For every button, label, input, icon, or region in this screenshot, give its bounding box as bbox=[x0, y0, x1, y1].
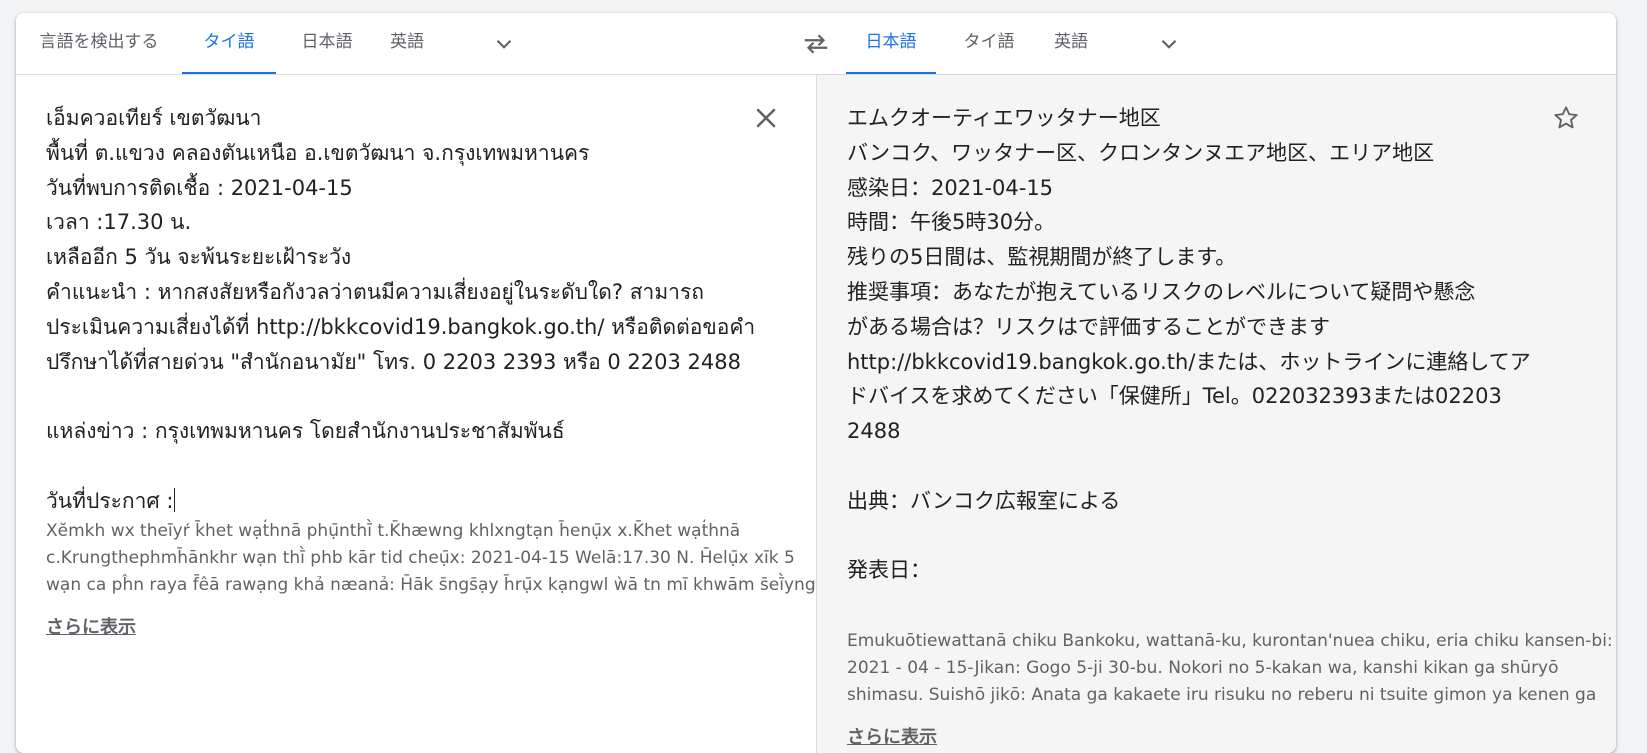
target-transliteration: Emukuōtiewattanā chiku Bankoku, wattanā-… bbox=[847, 628, 1613, 709]
source-line: พื้นที่ ต.แขวง คลองตันเหนือ อ.เขตวัฒนา จ… bbox=[46, 140, 590, 165]
tab-detect-language[interactable]: 言語を検出する bbox=[36, 13, 162, 74]
translit-line: Xĕmkh wx theīyr̒ k̄het wạt̒hnā phụ̄nthī̀… bbox=[46, 521, 741, 541]
text-caret bbox=[174, 487, 176, 512]
source-line: วันที่ประกาศ : bbox=[46, 488, 174, 513]
source-show-more-link[interactable]: さらに表示 bbox=[46, 613, 136, 639]
translit-line: Emukuōtiewattanā chiku Bankoku, wattanā-… bbox=[847, 631, 1613, 651]
star-icon[interactable] bbox=[1551, 103, 1581, 133]
target-show-more-link[interactable]: さらに表示 bbox=[847, 723, 937, 749]
source-line bbox=[46, 449, 755, 484]
translit-line: wạn ca pĥn raya f̄êā rawạng khả næanả: H… bbox=[46, 575, 816, 595]
source-line: ปรึกษาได้ที่สายด่วน "สำนักอนามัย" โทร. 0… bbox=[46, 349, 741, 374]
target-line: がある場合は？リスクはで評価することができます bbox=[847, 314, 1330, 339]
translit-line: shimasu. Suishō jikō: Anata ga kakaete i… bbox=[847, 685, 1597, 705]
tab-target-japanese[interactable]: 日本語 bbox=[846, 13, 936, 74]
source-pane: เอ็มควอเทียร์ เขตวัฒนา พื้นที่ ต.แขวง คล… bbox=[16, 75, 816, 753]
chevron-down-icon[interactable] bbox=[1156, 31, 1182, 57]
source-line: คำแนะนำ : หากสงสัยหรือกังวลว่าตนมีความเส… bbox=[46, 279, 704, 304]
target-line: 2488 bbox=[847, 419, 901, 444]
target-line: 推奨事項：あなたが抱えているリスクのレベルについて疑問や懸念 bbox=[847, 279, 1476, 304]
target-line: 感染日：2021-04-15 bbox=[847, 175, 1054, 200]
source-line: วันที่พบการติดเชื้อ : 2021-04-15 bbox=[46, 175, 353, 200]
source-line-with-caret: วันที่ประกาศ : bbox=[46, 484, 755, 519]
tab-target-english[interactable]: 英語 bbox=[1046, 13, 1096, 74]
target-line: バンコク、ワッタナー区、クロンタンヌエア地区、エリア地区 bbox=[847, 140, 1435, 165]
tab-source-japanese[interactable]: 日本語 bbox=[292, 13, 362, 74]
target-pane: エムクオーティエワッタナー地区 バンコク、ワッタナー区、クロンタンヌエア地区、エ… bbox=[816, 75, 1616, 753]
source-line: เหลืออีก 5 วัน จะพ้นระยะเฝ้าระวัง bbox=[46, 245, 352, 270]
target-text: エムクオーティエワッタナー地区 バンコク、ワッタナー区、クロンタンヌエア地区、エ… bbox=[847, 101, 1531, 588]
tab-source-thai[interactable]: タイ語 bbox=[182, 13, 276, 74]
translate-card: 言語を検出する タイ語 日本語 英語 日本語 タイ語 英語 เอ็มควอเที… bbox=[16, 13, 1616, 753]
target-line: 残りの5日間は、監視期間が終了します。 bbox=[847, 245, 1237, 270]
target-line: ドバイスを求めてください「保健所」Tel。022032393または02203 bbox=[847, 384, 1502, 409]
source-transliteration: Xĕmkh wx theīyr̒ k̄het wạt̒hnā phụ̄nthī̀… bbox=[46, 518, 816, 599]
tab-target-thai[interactable]: タイ語 bbox=[949, 13, 1029, 74]
source-line: เวลา :17.30 น. bbox=[46, 210, 192, 235]
tab-source-english[interactable]: 英語 bbox=[382, 13, 432, 74]
language-bar: 言語を検出する タイ語 日本語 英語 日本語 タイ語 英語 bbox=[16, 13, 1616, 75]
swap-icon[interactable] bbox=[801, 29, 831, 59]
chevron-down-icon[interactable] bbox=[491, 31, 517, 57]
target-line: http://bkkcovid19.bangkok.go.th/または、ホットラ… bbox=[847, 349, 1531, 374]
source-line: เอ็มควอเทียร์ เขตวัฒนา bbox=[46, 106, 262, 130]
source-line bbox=[46, 379, 755, 414]
target-line: 時間：午後5時30分。 bbox=[847, 210, 1056, 235]
target-line: エムクオーティエワッタナー地区 bbox=[847, 106, 1161, 130]
close-icon[interactable] bbox=[751, 103, 781, 133]
target-line bbox=[847, 519, 1531, 554]
source-line: ประเมินความเสี่ยงได้ที่ http://bkkcovid1… bbox=[46, 314, 756, 339]
translit-line: c.Krungthephmh̄ānkhr wạn thī̀ phb kār ti… bbox=[46, 548, 795, 568]
target-line: 発表日： bbox=[847, 558, 931, 583]
source-line: แหล่งข่าว : กรุงเทพมหานคร โดยสำนักงานประ… bbox=[46, 419, 565, 444]
source-textarea[interactable]: เอ็มควอเทียร์ เขตวัฒนา พื้นที่ ต.แขวง คล… bbox=[46, 101, 755, 519]
target-line: 出典：バンコク広報室による bbox=[847, 488, 1121, 513]
target-line bbox=[847, 449, 1531, 484]
translit-line: 2021 - 04 - 15-Jikan: Gogo 5-ji 30-bu. N… bbox=[847, 658, 1559, 678]
